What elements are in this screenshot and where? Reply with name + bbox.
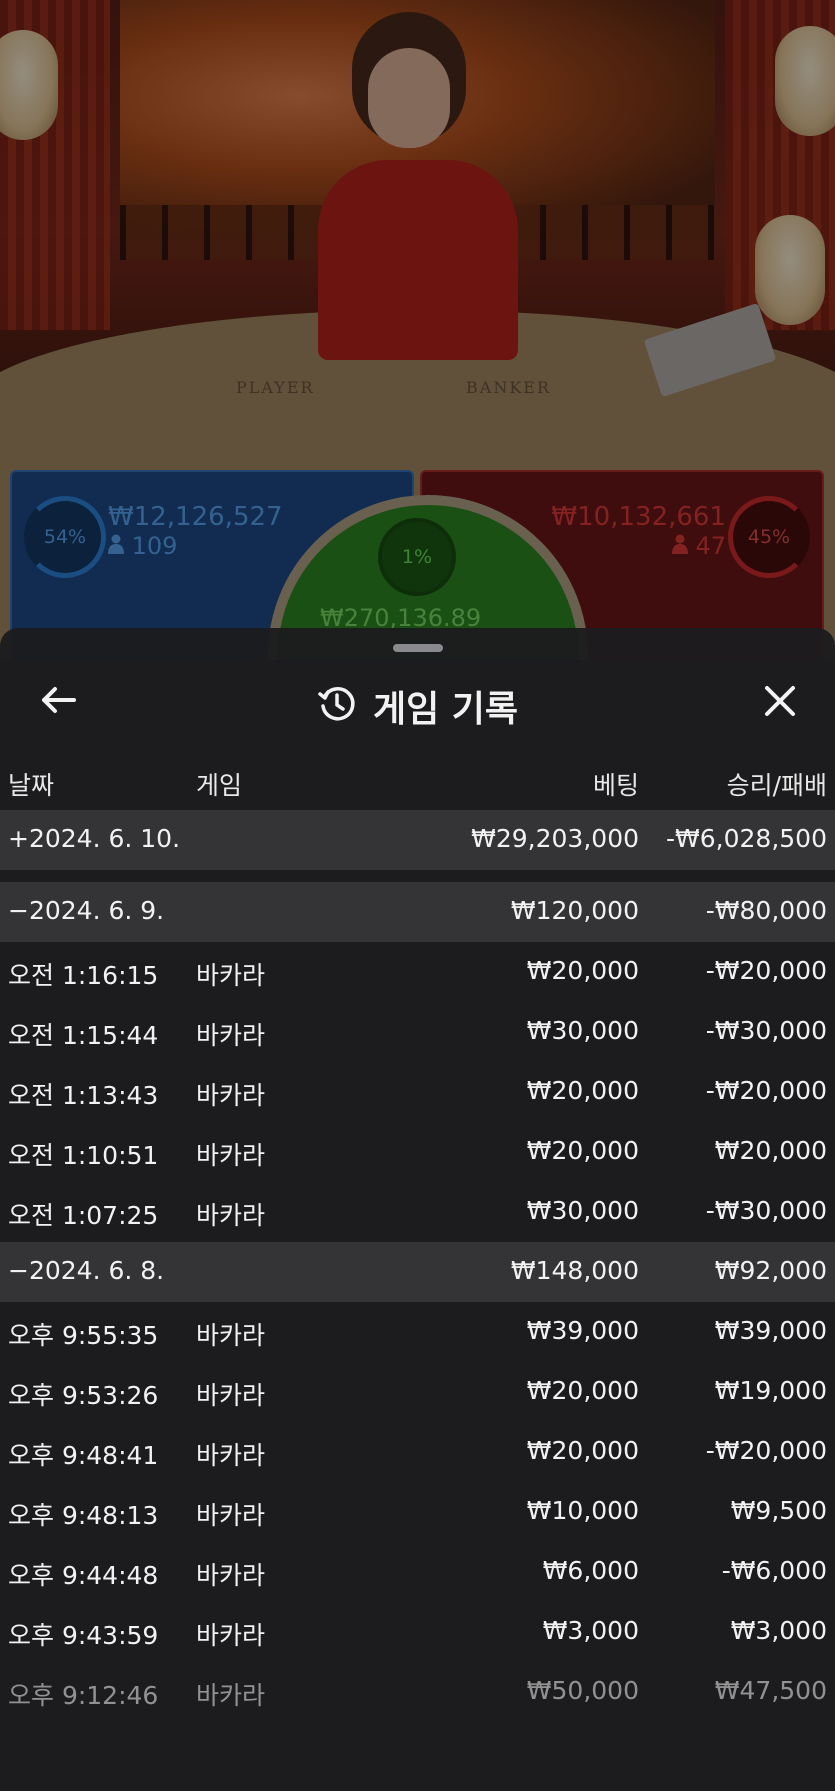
- row-win-loss: ₩9,500: [730, 1496, 827, 1525]
- row-bet: ₩20,000: [526, 956, 639, 985]
- row-bet: ₩10,000: [526, 1496, 639, 1525]
- row-win-loss: -₩80,000: [705, 896, 827, 925]
- row-time: 오전 1:07:25: [8, 1201, 159, 1230]
- row-time: 오후 9:43:59: [8, 1621, 159, 1650]
- row-win-loss: -₩30,000: [705, 1196, 827, 1225]
- row-game: 바카라: [196, 1201, 266, 1230]
- row-time: 오후 9:48:41: [8, 1441, 159, 1470]
- game-history-sheet: 게임 기록 날짜 게임 베팅 승리/패배 +2024. 6. 10. ₩29,2…: [0, 628, 835, 1791]
- column-header-bet: 베팅: [592, 771, 639, 800]
- history-row[interactable]: 오후 9:44:48 바카라 ₩6,000 -₩6,000: [0, 1542, 835, 1602]
- row-time: 오전 1:15:44: [8, 1021, 159, 1050]
- history-row[interactable]: 오전 1:10:51 바카라 ₩20,000 ₩20,000: [0, 1122, 835, 1182]
- row-win-loss: ₩47,500: [714, 1676, 827, 1705]
- row-time: 오전 1:16:15: [8, 961, 159, 990]
- row-date: +2024. 6. 10.: [8, 824, 181, 853]
- row-win-loss: -₩30,000: [705, 1016, 827, 1045]
- row-win-loss: ₩92,000: [714, 1256, 827, 1285]
- row-win-loss: ₩20,000: [714, 1136, 827, 1165]
- row-time: 오후 9:55:35: [8, 1321, 159, 1350]
- history-row[interactable]: 오후 9:55:35 바카라 ₩39,000 ₩39,000: [0, 1302, 835, 1362]
- row-bet: ₩30,000: [526, 1196, 639, 1225]
- history-row[interactable]: 오후 9:43:59 바카라 ₩3,000 ₩3,000: [0, 1602, 835, 1662]
- row-win-loss: ₩39,000: [714, 1316, 827, 1345]
- sheet-header: 게임 기록: [0, 668, 835, 738]
- row-game: 바카라: [196, 1021, 266, 1050]
- row-time: 오후 9:12:46: [8, 1681, 159, 1710]
- row-bet: ₩39,000: [526, 1316, 639, 1345]
- row-date: −2024. 6. 9.: [8, 896, 165, 925]
- row-bet: ₩6,000: [542, 1556, 639, 1585]
- sheet-title-group: 게임 기록: [0, 680, 835, 732]
- sheet-title: 게임 기록: [372, 689, 518, 730]
- row-bet: ₩20,000: [526, 1436, 639, 1465]
- row-bet: ₩50,000: [526, 1676, 639, 1705]
- row-win-loss: ₩19,000: [714, 1376, 827, 1405]
- history-row[interactable]: 오후 9:48:13 바카라 ₩10,000 ₩9,500: [0, 1482, 835, 1542]
- scene-dim-overlay: [0, 0, 835, 660]
- drag-handle[interactable]: [393, 644, 443, 652]
- row-game: 바카라: [196, 1441, 266, 1470]
- history-row[interactable]: 오후 9:48:41 바카라 ₩20,000 -₩20,000: [0, 1422, 835, 1482]
- history-row[interactable]: 오전 1:16:15 바카라 ₩20,000 -₩20,000: [0, 942, 835, 1002]
- history-icon: [317, 684, 357, 728]
- history-row[interactable]: 오후 9:12:46 바카라 ₩50,000 ₩47,500: [0, 1662, 835, 1722]
- day-summary-row[interactable]: −2024. 6. 8. ₩148,000 ₩92,000: [0, 1242, 835, 1302]
- row-win-loss: -₩6,028,500: [666, 824, 827, 853]
- row-bet: ₩20,000: [526, 1136, 639, 1165]
- day-summary-row[interactable]: −2024. 6. 9. ₩120,000 -₩80,000: [0, 882, 835, 942]
- column-header-date: 날짜: [8, 771, 55, 800]
- history-row[interactable]: 오전 1:15:44 바카라 ₩30,000 -₩30,000: [0, 1002, 835, 1062]
- history-list: +2024. 6. 10. ₩29,203,000 -₩6,028,500 −2…: [0, 810, 835, 1722]
- row-time: 오후 9:44:48: [8, 1561, 159, 1590]
- row-win-loss: -₩20,000: [705, 956, 827, 985]
- row-time: 오후 9:53:26: [8, 1381, 159, 1410]
- row-game: 바카라: [196, 1321, 266, 1350]
- row-bet: ₩29,203,000: [471, 824, 639, 853]
- row-time: 오전 1:13:43: [8, 1081, 159, 1110]
- row-bet: ₩120,000: [510, 896, 639, 925]
- row-time: 오전 1:10:51: [8, 1141, 159, 1170]
- history-row[interactable]: 오전 1:13:43 바카라 ₩20,000 -₩20,000: [0, 1062, 835, 1122]
- row-date: −2024. 6. 8.: [8, 1256, 165, 1285]
- row-win-loss: ₩3,000: [730, 1616, 827, 1645]
- close-icon: [763, 684, 797, 722]
- row-game: 바카라: [196, 1081, 266, 1110]
- history-row[interactable]: 오전 1:07:25 바카라 ₩30,000 -₩30,000: [0, 1182, 835, 1242]
- column-header-game: 게임: [196, 771, 243, 800]
- row-win-loss: -₩20,000: [705, 1076, 827, 1105]
- live-video-background: PLAYER BANKER 54% ₩12,126,527 109 45% ₩1…: [0, 0, 835, 660]
- row-game: 바카라: [196, 1381, 266, 1410]
- row-time: 오후 9:48:13: [8, 1501, 159, 1530]
- day-summary-row[interactable]: +2024. 6. 10. ₩29,203,000 -₩6,028,500: [0, 810, 835, 870]
- history-row[interactable]: 오후 9:53:26 바카라 ₩20,000 ₩19,000: [0, 1362, 835, 1422]
- row-win-loss: -₩6,000: [721, 1556, 827, 1585]
- row-game: 바카라: [196, 1141, 266, 1170]
- row-game: 바카라: [196, 1561, 266, 1590]
- row-game: 바카라: [196, 1681, 266, 1710]
- row-game: 바카라: [196, 1501, 266, 1530]
- row-bet: ₩20,000: [526, 1376, 639, 1405]
- row-game: 바카라: [196, 1621, 266, 1650]
- row-bet: ₩3,000: [542, 1616, 639, 1645]
- row-bet: ₩30,000: [526, 1016, 639, 1045]
- column-header-win-loss: 승리/패배: [726, 771, 827, 800]
- row-win-loss: -₩20,000: [705, 1436, 827, 1465]
- close-button[interactable]: [755, 678, 805, 728]
- row-bet: ₩20,000: [526, 1076, 639, 1105]
- row-bet: ₩148,000: [510, 1256, 639, 1285]
- row-game: 바카라: [196, 961, 266, 990]
